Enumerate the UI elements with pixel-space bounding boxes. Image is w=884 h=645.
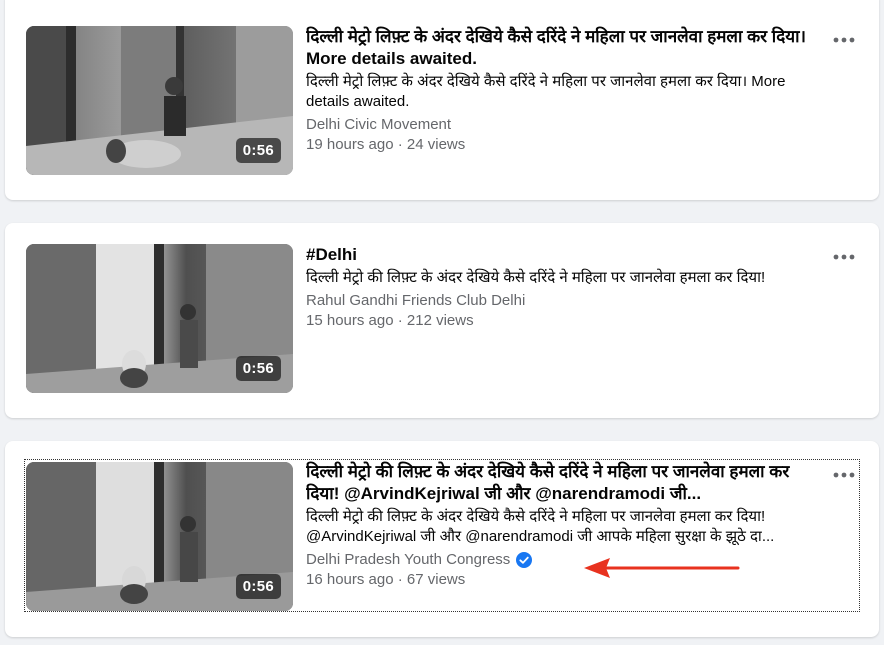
video-title[interactable]: दिल्ली मेट्रो लिफ़्ट के अंदर देखिये कैसे… <box>306 26 821 70</box>
more-horizontal-icon <box>833 254 855 260</box>
channel-name[interactable]: Delhi Civic Movement <box>306 115 451 135</box>
video-results-feed: 0:56 दिल्ली मेट्रो लिफ़्ट के अंदर देखिये… <box>0 0 884 645</box>
channel-row: Delhi Civic Movement <box>306 115 821 135</box>
video-info: दिल्ली मेट्रो की लिफ़्ट के अंदर देखिये क… <box>306 461 821 590</box>
video-description: दिल्ली मेट्रो की लिफ़्ट के अंदर देखिये क… <box>306 269 766 286</box>
video-duration-badge: 0:56 <box>235 138 281 163</box>
more-horizontal-icon <box>833 472 855 478</box>
channel-row: Delhi Pradesh Youth Congress <box>306 550 821 570</box>
video-description: दिल्ली मेट्रो की लिफ़्ट के अंदर देखिये क… <box>306 508 775 545</box>
more-options-button[interactable] <box>831 247 857 267</box>
video-duration-badge: 0:56 <box>235 574 281 599</box>
video-thumbnail[interactable]: 0:56 <box>26 244 293 393</box>
video-meta: 19 hours ago · 24 views <box>306 136 466 153</box>
video-title[interactable]: दिल्ली मेट्रो की लिफ़्ट के अंदर देखिये क… <box>306 461 821 505</box>
video-meta: 16 hours ago · 67 views <box>306 571 466 588</box>
video-description: दिल्ली मेट्रो लिफ़्ट के अंदर देखिये कैसे… <box>306 73 786 110</box>
video-card[interactable]: 0:56 दिल्ली मेट्रो की लिफ़्ट के अंदर देख… <box>5 441 879 637</box>
verified-badge-icon <box>516 552 533 568</box>
channel-name[interactable]: Rahul Gandhi Friends Club Delhi <box>306 291 525 311</box>
more-options-button[interactable] <box>831 465 857 485</box>
channel-name[interactable]: Delhi Pradesh Youth Congress <box>306 550 510 570</box>
video-info: दिल्ली मेट्रो लिफ़्ट के अंदर देखिये कैसे… <box>306 26 821 155</box>
video-meta: 15 hours ago · 212 views <box>306 312 474 329</box>
video-card[interactable]: 0:56 दिल्ली मेट्रो लिफ़्ट के अंदर देखिये… <box>5 0 879 200</box>
video-thumbnail[interactable]: 0:56 <box>26 462 293 611</box>
video-card[interactable]: 0:56 #Delhi दिल्ली मेट्रो की लिफ़्ट के अ… <box>5 223 879 418</box>
video-info: #Delhi दिल्ली मेट्रो की लिफ़्ट के अंदर द… <box>306 244 821 331</box>
red-arrow-icon <box>584 558 740 578</box>
more-horizontal-icon <box>833 37 855 43</box>
more-options-button[interactable] <box>831 30 857 50</box>
channel-row: Rahul Gandhi Friends Club Delhi <box>306 291 821 311</box>
video-thumbnail[interactable]: 0:56 <box>26 26 293 175</box>
video-title[interactable]: #Delhi <box>306 244 821 266</box>
video-duration-badge: 0:56 <box>235 356 281 381</box>
